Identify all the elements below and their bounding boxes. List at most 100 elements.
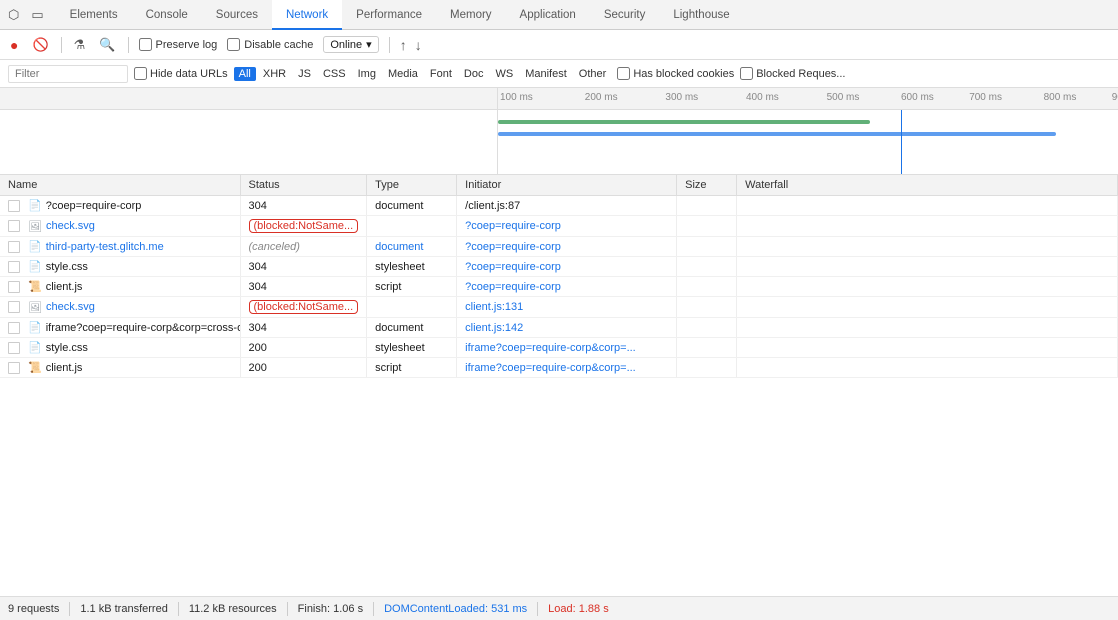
device-icon[interactable]: ▭ [27, 5, 47, 25]
col-header-size[interactable]: Size [677, 175, 737, 196]
cell-initiator-5[interactable]: client.js:131 [457, 297, 677, 318]
cell-initiator-0: /client.js:87 [457, 196, 677, 216]
filter-img[interactable]: Img [353, 67, 381, 81]
hide-data-urls-label[interactable]: Hide data URLs [134, 67, 228, 80]
blocked-requests-label[interactable]: Blocked Reques... [740, 67, 845, 80]
initiator-text-7[interactable]: iframe?coep=require-corp&corp=... [465, 342, 636, 354]
tick-200ms: 200 ms [585, 92, 618, 103]
initiator-text-4[interactable]: ?coep=require-corp [465, 281, 561, 293]
cell-initiator-6[interactable]: client.js:142 [457, 318, 677, 338]
inspect-icon[interactable]: ⬡ [4, 5, 23, 25]
hide-data-urls-text: Hide data URLs [150, 68, 228, 80]
status-requests: 9 requests [8, 603, 59, 615]
preserve-log-label[interactable]: Preserve log [139, 38, 218, 51]
filter-doc[interactable]: Doc [459, 67, 489, 81]
table-row: 🖼 check.svg (blocked:NotSame... ?coep=requi… [0, 216, 1118, 237]
file-icon-1: 🖼 [28, 220, 42, 233]
toolbar-divider-2 [128, 37, 129, 53]
filter-icon[interactable]: ⚗ [72, 35, 88, 55]
initiator-text-1[interactable]: ?coep=require-corp [465, 220, 561, 232]
col-header-status[interactable]: Status [240, 175, 367, 196]
disable-cache-label[interactable]: Disable cache [227, 38, 313, 51]
row-name-text-2[interactable]: third-party-test.glitch.me [46, 241, 164, 253]
blocked-badge-1: (blocked:NotSame... [249, 219, 359, 233]
upload-icon[interactable]: ↑ [400, 37, 407, 53]
initiator-text-6[interactable]: client.js:142 [465, 322, 523, 334]
cell-initiator-4[interactable]: ?coep=require-corp [457, 277, 677, 297]
initiator-text-8[interactable]: iframe?coep=require-corp&corp=... [465, 362, 636, 374]
filter-css[interactable]: CSS [318, 67, 351, 81]
table-row: 📜client.js200scriptiframe?coep=require-c… [0, 358, 1118, 378]
filter-media[interactable]: Media [383, 67, 423, 81]
filter-all[interactable]: All [234, 67, 256, 81]
tab-performance[interactable]: Performance [342, 0, 436, 30]
search-icon[interactable]: 🔍 [97, 35, 117, 55]
row-name-text-6: iframe?coep=require-corp&corp=cross-orig… [46, 322, 240, 334]
filter-js[interactable]: JS [293, 67, 316, 81]
filter-manifest[interactable]: Manifest [520, 67, 572, 81]
cell-initiator-7[interactable]: iframe?coep=require-corp&corp=... [457, 338, 677, 358]
name-cell-8: 📜client.js [8, 361, 232, 374]
tab-lighthouse[interactable]: Lighthouse [659, 0, 743, 30]
cell-status-1: (blocked:NotSame... [240, 216, 367, 237]
table-row: 📄third-party-test.glitch.me(canceled)doc… [0, 237, 1118, 257]
clear-icon[interactable]: 🚫 [30, 35, 50, 55]
col-header-initiator[interactable]: Initiator [457, 175, 677, 196]
hide-data-urls-checkbox[interactable] [134, 67, 147, 80]
tab-memory[interactable]: Memory [436, 0, 506, 30]
filter-ws[interactable]: WS [490, 67, 518, 81]
network-table-container[interactable]: Name Status Type Initiator Size Waterfal… [0, 175, 1118, 510]
tick-500ms: 500 ms [827, 92, 860, 103]
tab-console[interactable]: Console [132, 0, 202, 30]
preserve-log-checkbox[interactable] [139, 38, 152, 51]
cell-initiator-3[interactable]: ?coep=require-corp [457, 257, 677, 277]
download-icon[interactable]: ↓ [415, 37, 422, 53]
filter-xhr[interactable]: XHR [258, 67, 291, 81]
row-name-text-1[interactable]: check.svg [46, 220, 95, 232]
tab-sources[interactable]: Sources [202, 0, 272, 30]
name-cell-7: 📄style.css [8, 341, 232, 354]
cell-status-4: 304 [240, 277, 367, 297]
chart-left-spacer [0, 110, 498, 175]
col-header-waterfall[interactable]: Waterfall [737, 175, 1118, 196]
cell-waterfall-3 [737, 257, 1118, 277]
timeline-scale: 100 ms 200 ms 300 ms 400 ms 500 ms 600 m… [498, 88, 1118, 109]
cell-size-2 [677, 237, 737, 257]
file-icon-6: 📄 [28, 321, 42, 334]
timeline-header: 100 ms 200 ms 300 ms 400 ms 500 ms 600 m… [0, 88, 1118, 110]
col-header-name[interactable]: Name [0, 175, 240, 196]
table-row: 📄 iframe?coep=require-corp&corp=cross-ori… [0, 318, 1118, 338]
status-divider-2 [178, 602, 179, 616]
initiator-text-0: /client.js:87 [465, 200, 520, 212]
blocked-cookies-label[interactable]: Has blocked cookies [617, 67, 734, 80]
cell-initiator-1[interactable]: ?coep=require-corp [457, 216, 677, 237]
row-name-text-5[interactable]: check.svg [46, 301, 95, 313]
cell-type-2: document [367, 237, 457, 257]
tab-security[interactable]: Security [590, 0, 660, 30]
col-header-type[interactable]: Type [367, 175, 457, 196]
filter-other[interactable]: Other [574, 67, 612, 81]
filter-font[interactable]: Font [425, 67, 457, 81]
tab-application[interactable]: Application [506, 0, 590, 30]
blocked-cookies-checkbox[interactable] [617, 67, 630, 80]
tick-700ms: 700 ms [969, 92, 1002, 103]
initiator-text-3[interactable]: ?coep=require-corp [465, 261, 561, 273]
cell-name-8: 📜client.js [0, 358, 240, 378]
cell-initiator-8[interactable]: iframe?coep=require-corp&corp=... [457, 358, 677, 378]
initiator-text-5[interactable]: client.js:131 [465, 301, 523, 313]
cell-type-4: script [367, 277, 457, 297]
row-name-text-8: client.js [46, 362, 83, 374]
throttle-select[interactable]: Online ▾ [323, 36, 378, 53]
tab-elements[interactable]: Elements [56, 0, 132, 30]
initiator-text-2[interactable]: ?coep=require-corp [465, 241, 561, 253]
row-name-text-7: style.css [46, 342, 88, 354]
cell-name-1: 🖼 check.svg [0, 216, 240, 237]
cell-waterfall-2 [737, 237, 1118, 257]
record-icon[interactable]: ● [8, 35, 20, 55]
tab-network[interactable]: Network [272, 0, 342, 30]
table-row: 📄?coep=require-corp304document/client.js… [0, 196, 1118, 216]
disable-cache-checkbox[interactable] [227, 38, 240, 51]
blocked-requests-checkbox[interactable] [740, 67, 753, 80]
filter-input[interactable] [8, 65, 128, 83]
cell-initiator-2[interactable]: ?coep=require-corp [457, 237, 677, 257]
